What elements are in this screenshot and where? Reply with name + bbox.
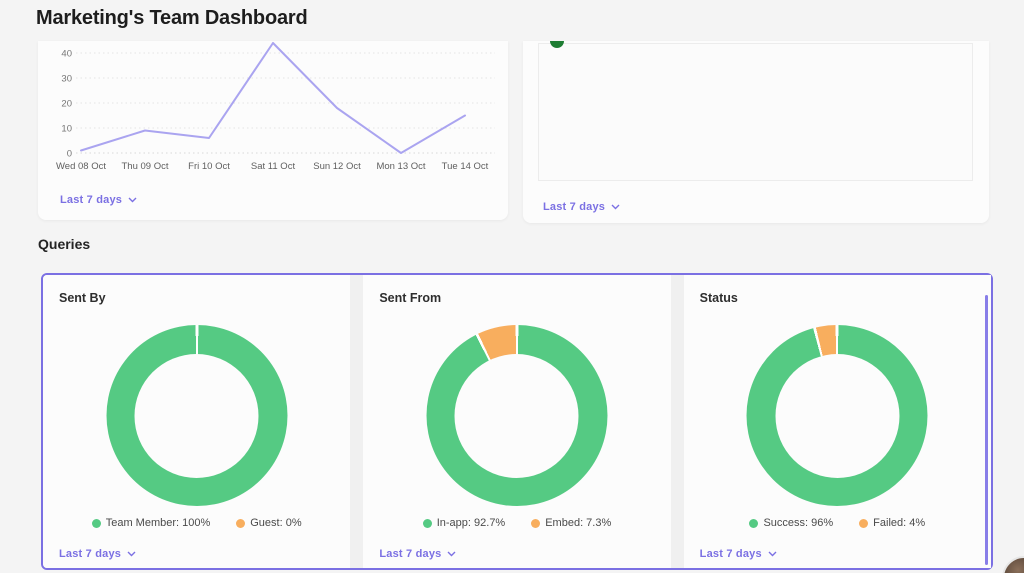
svg-text:Tue 14 Oct: Tue 14 Oct xyxy=(442,161,489,172)
donut-chart xyxy=(746,325,928,506)
svg-text:10: 10 xyxy=(61,124,72,135)
chart-legend: In-app: 92.7% Embed: 7.3% xyxy=(363,517,670,529)
sent-from-card: Sent From In-app: 92.7% Embed: 7.3% Last … xyxy=(363,275,671,568)
scrollbar-thumb[interactable] xyxy=(985,295,988,565)
legend-dot xyxy=(531,518,541,528)
donut-hole xyxy=(454,353,579,478)
page-title: Marketing's Team Dashboard xyxy=(36,7,308,29)
legend-label: Guest: 0% xyxy=(250,517,302,529)
period-dropdown[interactable]: Last 7 days xyxy=(379,548,456,560)
chevron-down-icon xyxy=(611,204,620,210)
period-label: Last 7 days xyxy=(379,548,442,560)
chevron-down-icon xyxy=(447,551,456,557)
user-avatar[interactable] xyxy=(1002,556,1024,573)
legend-label: Embed: 7.3% xyxy=(545,517,612,529)
svg-text:Wed 08 Oct: Wed 08 Oct xyxy=(56,161,106,172)
svg-text:Sat 11 Oct: Sat 11 Oct xyxy=(251,161,296,172)
svg-text:30: 30 xyxy=(61,74,72,85)
period-label: Last 7 days xyxy=(699,548,762,560)
card-title: Status xyxy=(699,291,738,305)
legend-item[interactable]: Team Member: 100% xyxy=(91,517,211,529)
page-header: Marketing's Team Dashboard xyxy=(0,0,1024,40)
legend-dot xyxy=(859,518,869,528)
svg-text:20: 20 xyxy=(61,99,72,110)
card-title: Sent From xyxy=(379,291,442,305)
legend-label: Failed: 4% xyxy=(873,517,926,529)
legend-item[interactable]: Failed: 4% xyxy=(859,517,925,529)
dashboard-page: Marketing's Team Dashboard 0 10 20 30 40 Wed … xyxy=(0,0,1024,573)
period-label: Last 7 days xyxy=(543,201,606,213)
line-chart: 0 10 20 30 40 Wed 08 Oct Thu 09 Oct Fri 10 Oct S… xyxy=(56,42,495,172)
secondary-chart-card: Last 7 days xyxy=(523,41,989,223)
svg-text:40: 40 xyxy=(61,49,72,60)
donut-chart xyxy=(106,325,288,506)
sent-by-card: Sent By Team Member: 100% Guest: 0% Last … xyxy=(43,275,351,568)
period-label: Last 7 days xyxy=(59,548,122,560)
messages-line-chart-card: 0 10 20 30 40 Wed 08 Oct Thu 09 Oct Fri 10 Oct S… xyxy=(38,41,508,220)
legend-item[interactable]: Embed: 7.3% xyxy=(531,517,611,529)
donut-chart xyxy=(426,325,608,506)
chevron-down-icon xyxy=(127,551,136,557)
legend-label: Team Member: 100% xyxy=(105,517,211,529)
chevron-down-icon xyxy=(128,197,137,203)
donut-hole xyxy=(134,353,259,478)
legend-label: Success: 96% xyxy=(763,517,834,529)
period-dropdown[interactable]: Last 7 days xyxy=(59,548,136,560)
period-label: Last 7 days xyxy=(60,194,123,206)
legend-dot xyxy=(91,518,101,528)
legend-dot xyxy=(749,518,759,528)
svg-text:Fri 10 Oct: Fri 10 Oct xyxy=(188,161,230,172)
chart-legend: Team Member: 100% Guest: 0% xyxy=(43,517,350,529)
period-dropdown[interactable]: Last 7 days xyxy=(543,201,620,213)
svg-text:Thu 09 Oct: Thu 09 Oct xyxy=(122,161,169,172)
legend-item[interactable]: In-app: 92.7% xyxy=(422,517,506,529)
queries-section-title: Queries xyxy=(38,236,91,252)
card-title: Sent By xyxy=(59,291,106,305)
period-dropdown[interactable]: Last 7 days xyxy=(60,194,137,206)
chart-legend: Success: 96% Failed: 4% xyxy=(684,517,991,529)
status-card: Status Success: 96% Failed: 4% Last 7 day… xyxy=(683,275,991,568)
period-dropdown[interactable]: Last 7 days xyxy=(700,548,777,560)
svg-text:Mon 13 Oct: Mon 13 Oct xyxy=(376,161,425,172)
legend-dot xyxy=(236,518,246,528)
queries-panel[interactable]: Sent By Team Member: 100% Guest: 0% Last … xyxy=(41,273,993,570)
legend-item[interactable]: Guest: 0% xyxy=(236,517,302,529)
chevron-down-icon xyxy=(768,551,777,557)
svg-text:Sun 12 Oct: Sun 12 Oct xyxy=(313,161,361,172)
legend-item[interactable]: Success: 96% xyxy=(749,517,833,529)
empty-chart-area xyxy=(538,43,973,181)
svg-text:0: 0 xyxy=(67,149,72,160)
legend-dot xyxy=(422,518,432,528)
donut-hole xyxy=(775,353,900,478)
legend-label: In-app: 92.7% xyxy=(436,517,506,529)
